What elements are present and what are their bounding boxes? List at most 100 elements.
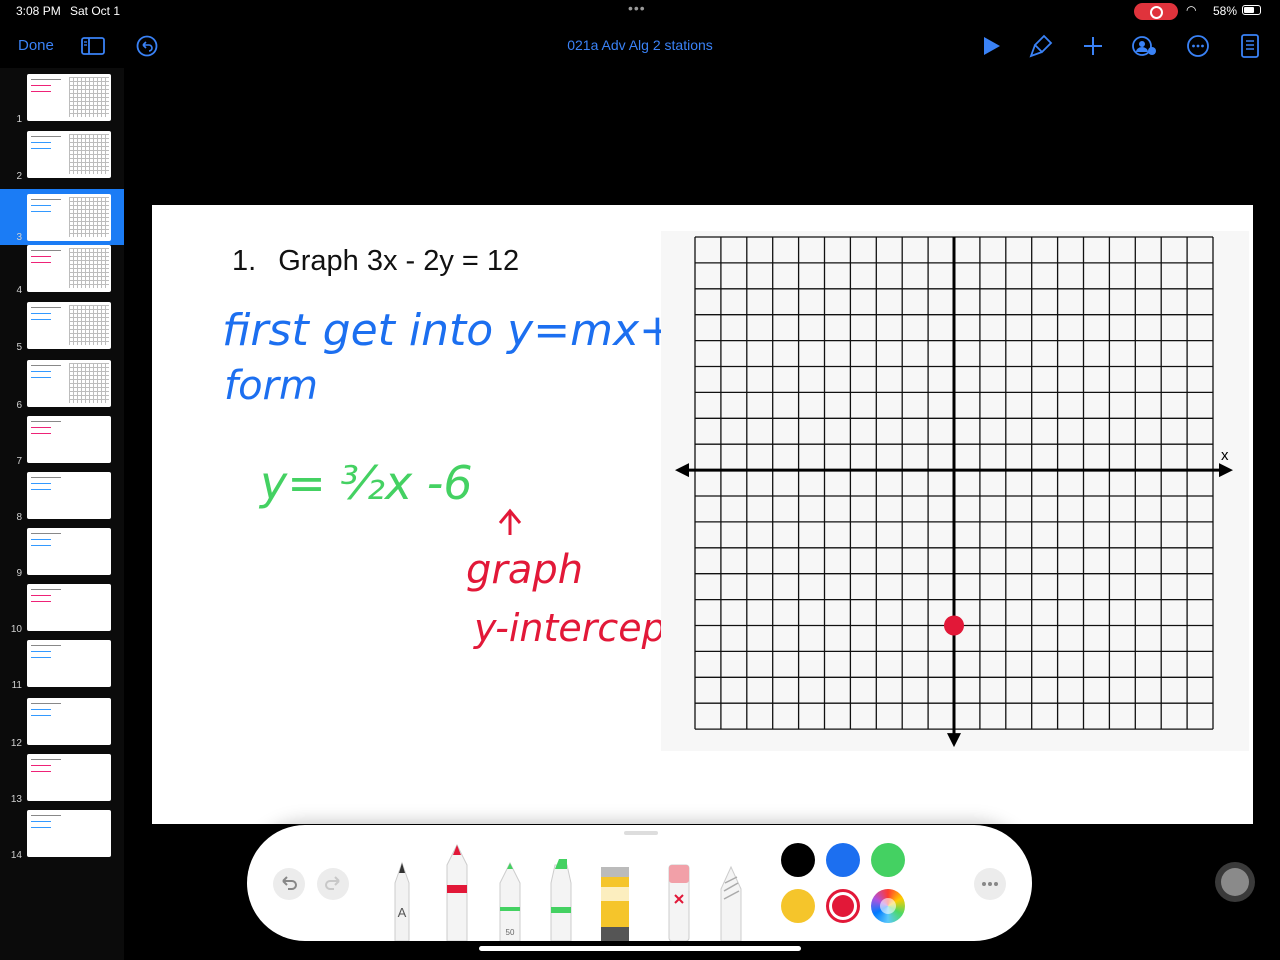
slide-number: 3	[16, 232, 22, 243]
app-window: 3:08 PM Sat Oct 1 ••• ◠ 58% Done 021a Ad…	[0, 0, 1280, 960]
slide-number: 5	[16, 342, 22, 353]
handwritten-note-y-intercept: y-intercept	[473, 606, 683, 650]
color-swatch-red-selected[interactable]	[826, 889, 860, 923]
slide-thumbnail-9[interactable]: 9	[0, 528, 124, 580]
slide-number: 9	[16, 568, 22, 579]
x-axis-arrow-left-icon	[675, 463, 689, 478]
wifi-icon: ◠	[1186, 3, 1197, 17]
multitasking-dots-icon[interactable]: •••	[628, 0, 646, 16]
slide-thumbnail-5[interactable]: 5	[0, 302, 124, 354]
slide-thumbnail-12[interactable]: 12	[0, 698, 124, 750]
slide-preview	[27, 416, 111, 463]
slide-thumbnail-8[interactable]: 8	[0, 472, 124, 524]
color-swatch-black[interactable]	[781, 843, 815, 877]
slide-number: 11	[11, 680, 22, 691]
eraser-tool[interactable]	[668, 864, 690, 941]
document-title[interactable]: 021a Adv Alg 2 stations	[540, 37, 740, 53]
battery-icon	[1242, 5, 1261, 15]
slide-thumbnail-13[interactable]: 13	[0, 754, 124, 806]
slide-number: 10	[10, 624, 22, 635]
slide-canvas[interactable]: 1. Graph 3x - 2y = 12 first get into y=mx…	[152, 205, 1253, 824]
toolbar: Done 021a Adv Alg 2 stations	[0, 24, 1280, 68]
status-date: Sat Oct 1	[70, 4, 121, 18]
slide-number: 1	[16, 114, 22, 125]
slide-number: 2	[16, 171, 22, 182]
collaborate-icon[interactable]	[1131, 33, 1157, 59]
format-brush-icon[interactable]	[1028, 33, 1054, 59]
slide-thumbnail-7[interactable]: 7	[0, 416, 124, 468]
slide-thumbnail-1[interactable]: 1	[0, 74, 124, 126]
slide-thumbnail-11[interactable]: 11	[0, 640, 124, 692]
highlighter-tool-green[interactable]	[550, 859, 572, 941]
slide-preview	[27, 74, 111, 121]
slide-number: 4	[16, 285, 22, 296]
slide-preview	[27, 810, 111, 857]
color-swatch-blue[interactable]	[826, 843, 860, 877]
home-indicator[interactable]	[479, 946, 801, 951]
assistive-touch-button[interactable]	[1215, 862, 1255, 902]
color-swatch-yellow[interactable]	[781, 889, 815, 923]
undo-icon	[282, 876, 297, 890]
battery-percent: 58%	[1213, 4, 1238, 18]
drawing-tools: A 50	[394, 843, 742, 941]
color-swatch-green[interactable]	[871, 843, 905, 877]
slide-thumbnail-2[interactable]: 2	[0, 131, 124, 183]
slide-preview	[27, 245, 111, 292]
pen-tool-red[interactable]	[446, 843, 468, 941]
palette-grabber[interactable]	[624, 831, 658, 835]
lasso-tool[interactable]	[720, 865, 742, 941]
redo-button[interactable]	[317, 868, 349, 900]
sidebar-toggle-icon[interactable]	[80, 33, 106, 59]
slide-preview	[27, 360, 111, 407]
handwriting-layer[interactable]: first get into y=mx+b form y= ³⁄₂x -6 gr…	[152, 205, 704, 824]
more-options-icon[interactable]	[1185, 33, 1211, 59]
play-icon[interactable]	[978, 33, 1004, 59]
slide-preview	[27, 472, 111, 519]
pencil-tool-green[interactable]: 50	[499, 861, 521, 941]
palette-more-button[interactable]	[974, 868, 1006, 900]
slide-number: 8	[16, 512, 22, 523]
add-icon[interactable]	[1080, 33, 1106, 59]
coordinate-grid-image[interactable]: x	[661, 231, 1249, 751]
undo-button[interactable]	[273, 868, 305, 900]
x-axis-label: x	[1221, 447, 1229, 464]
slide-preview	[27, 131, 111, 178]
slide-thumbnail-10[interactable]: 10	[0, 584, 124, 636]
handwritten-note-graph: graph	[466, 547, 583, 593]
handwriting-line1: first get into y=mx+b	[222, 305, 704, 356]
slide-preview	[27, 698, 111, 745]
slide-preview	[27, 528, 111, 575]
slide-number: 6	[16, 400, 22, 411]
handwriting-line2: form	[224, 363, 318, 409]
slide-thumbnail-14[interactable]: 14	[0, 810, 124, 862]
fill-tool-yellow[interactable]	[601, 867, 629, 941]
document-setup-icon[interactable]	[1237, 33, 1263, 59]
y-axis-arrow-down-icon	[947, 733, 961, 748]
x-axis-arrow-right-icon	[1219, 463, 1233, 478]
slide-number: 12	[10, 738, 22, 749]
monoline-pen-tool[interactable]: A	[394, 861, 410, 941]
slide-preview	[27, 584, 111, 631]
slide-thumbnail-6[interactable]: 6	[0, 360, 124, 412]
slide-preview	[27, 302, 111, 349]
ellipsis-icon	[982, 882, 998, 886]
slide-number: 14	[10, 850, 22, 861]
coordinate-grid: x	[675, 236, 1233, 748]
pencil-size-label: 50	[506, 928, 515, 937]
slide-preview	[27, 640, 111, 687]
arrow-up-icon	[498, 508, 522, 535]
done-button[interactable]: Done	[18, 37, 54, 54]
screen-recording-icon[interactable]	[1134, 3, 1178, 20]
tool-palette: A 50	[247, 825, 1032, 941]
undo-history-icon[interactable]	[134, 33, 160, 59]
slide-thumbnail-4[interactable]: 4	[0, 245, 124, 297]
redo-icon	[325, 876, 340, 890]
status-bar: 3:08 PM Sat Oct 1 ••• ◠ 58%	[0, 0, 1280, 22]
slide-number: 7	[16, 456, 22, 467]
color-picker-icon[interactable]	[871, 889, 905, 923]
status-time: 3:08 PM	[16, 4, 61, 18]
slide-thumbnail-3[interactable]: 3	[0, 189, 124, 245]
plotted-point-y-intercept	[944, 615, 964, 636]
slide-preview	[27, 754, 111, 801]
slide-preview	[27, 194, 111, 241]
